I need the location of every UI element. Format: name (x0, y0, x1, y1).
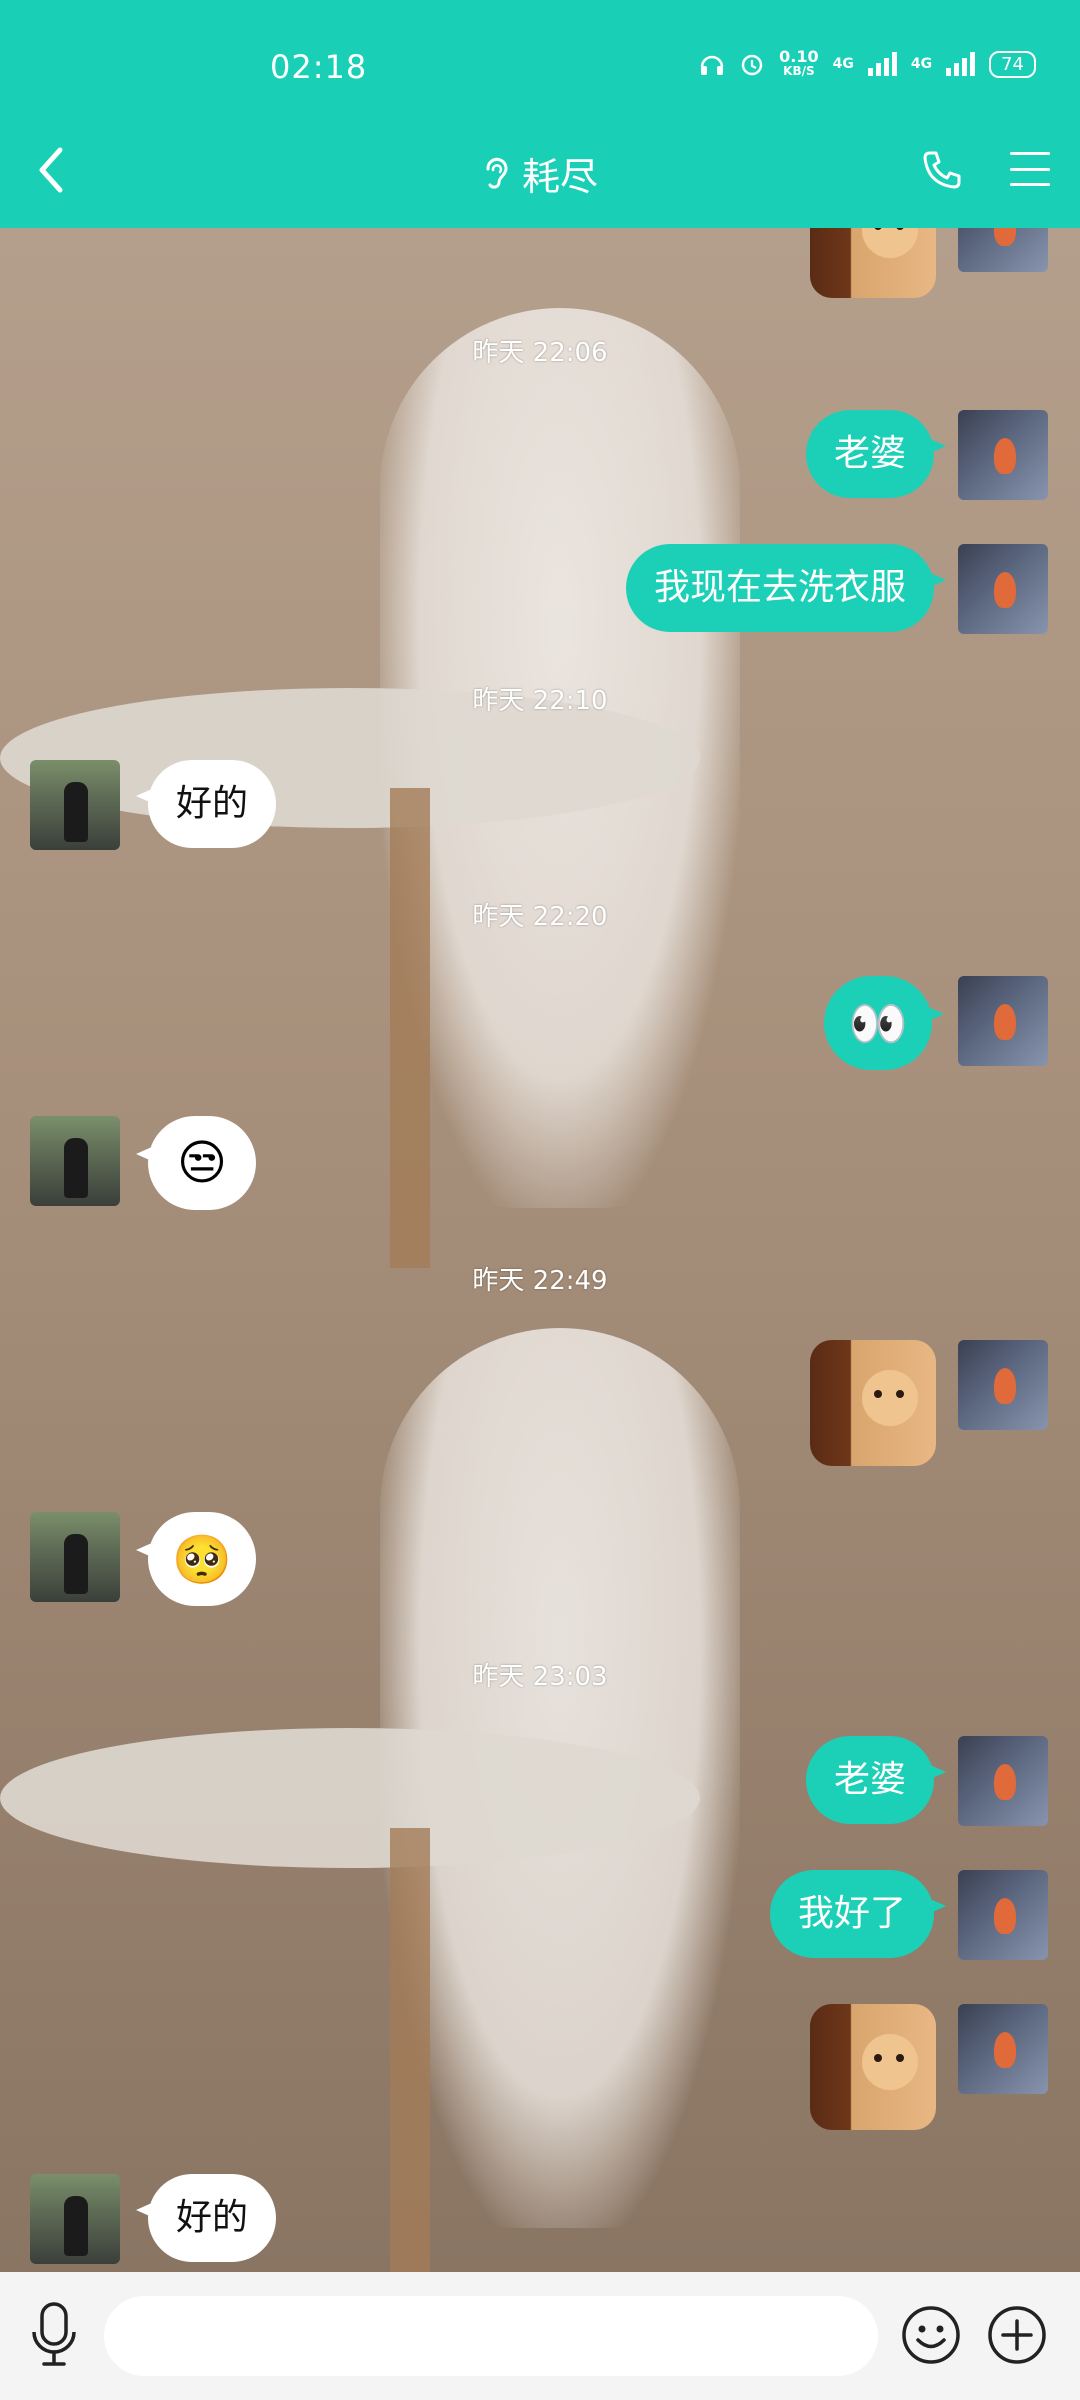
message-bubble-outgoing[interactable]: 老婆 (805, 1736, 947, 1824)
timestamp: 昨天 22:49 (472, 1266, 608, 1296)
menu-icon[interactable] (1010, 152, 1050, 186)
message-input[interactable] (104, 2296, 878, 2376)
net-speed-value: 0.10 (779, 47, 819, 66)
microphone-icon[interactable] (26, 2300, 82, 2370)
sticker-image[interactable] (810, 2004, 936, 2130)
emoji-message-incoming[interactable]: 🥺 (136, 1512, 256, 1606)
timestamp: 昨天 22:10 (472, 686, 608, 716)
status-icons: 0.10 KB/S 4G 4G 74 (699, 47, 1036, 79)
background-photo (0, 228, 1080, 1268)
timestamp: 昨天 22:06 (472, 338, 608, 368)
chat-title: 耗尽 (521, 155, 598, 199)
status-time: 02:18 (270, 48, 368, 86)
sticker-image[interactable] (810, 228, 936, 298)
unamused-emoji-icon: 😒 (176, 1135, 228, 1191)
avatar-contact[interactable] (30, 1512, 120, 1602)
emoji-message-incoming[interactable]: 😒 (136, 1116, 256, 1210)
chat-area[interactable]: 昨天 22:06 老婆 我现在去洗衣服 昨天 22:10 好的 昨天 22:20… (0, 228, 1080, 2272)
eyes-emoji-icon: 👀 (848, 995, 908, 1052)
avatar-contact[interactable] (30, 2174, 120, 2264)
timestamp: 昨天 22:20 (472, 902, 608, 932)
sticker-image[interactable] (810, 1340, 936, 1466)
signal-icon (867, 52, 897, 76)
pleading-emoji-icon: 🥺 (172, 1531, 232, 1588)
phone-icon[interactable] (920, 148, 964, 192)
avatar-me[interactable] (958, 1340, 1048, 1430)
chat-header: 02:18 0.10 KB/S 4G 4G 74 耗尽 (0, 0, 1080, 228)
title-area: 耗尽 (0, 146, 1080, 201)
avatar-me[interactable] (958, 2004, 1048, 2094)
message-bubble-incoming[interactable]: 好的 (135, 2174, 277, 2262)
network-type-1: 4G (832, 56, 854, 72)
headphones-icon (700, 55, 724, 75)
message-bubble-incoming[interactable]: 好的 (135, 760, 277, 848)
timestamp: 昨天 23:03 (472, 1662, 608, 1692)
avatar-me[interactable] (958, 544, 1048, 634)
battery-indicator: 74 (989, 50, 1036, 78)
avatar-me[interactable] (958, 410, 1048, 500)
table-leg (390, 1828, 430, 2272)
avatar-contact[interactable] (30, 760, 120, 850)
network-type-2: 4G (910, 56, 933, 72)
emoji-icon[interactable] (900, 2304, 962, 2366)
table-shape (0, 1728, 700, 1868)
avatar-me[interactable] (958, 1870, 1048, 1960)
net-speed-unit: KB/S (783, 64, 815, 78)
avatar-me[interactable] (958, 976, 1048, 1066)
plus-icon[interactable] (986, 2304, 1048, 2366)
alarm-icon (741, 54, 763, 76)
emoji-message-outgoing[interactable]: 👀 (824, 976, 944, 1070)
net-speed: 0.10 KB/S (779, 47, 819, 79)
ear-icon (486, 157, 508, 189)
avatar-me[interactable] (958, 1736, 1048, 1826)
table-leg (390, 788, 430, 1268)
message-bubble-outgoing[interactable]: 老婆 (805, 410, 947, 498)
message-bubble-outgoing[interactable]: 我现在去洗衣服 (625, 544, 947, 632)
input-bar (0, 2272, 1080, 2400)
signal-icon-2 (946, 52, 976, 76)
message-bubble-outgoing[interactable]: 我好了 (769, 1870, 947, 1958)
avatar-contact[interactable] (30, 1116, 120, 1206)
avatar-me[interactable] (958, 228, 1048, 272)
